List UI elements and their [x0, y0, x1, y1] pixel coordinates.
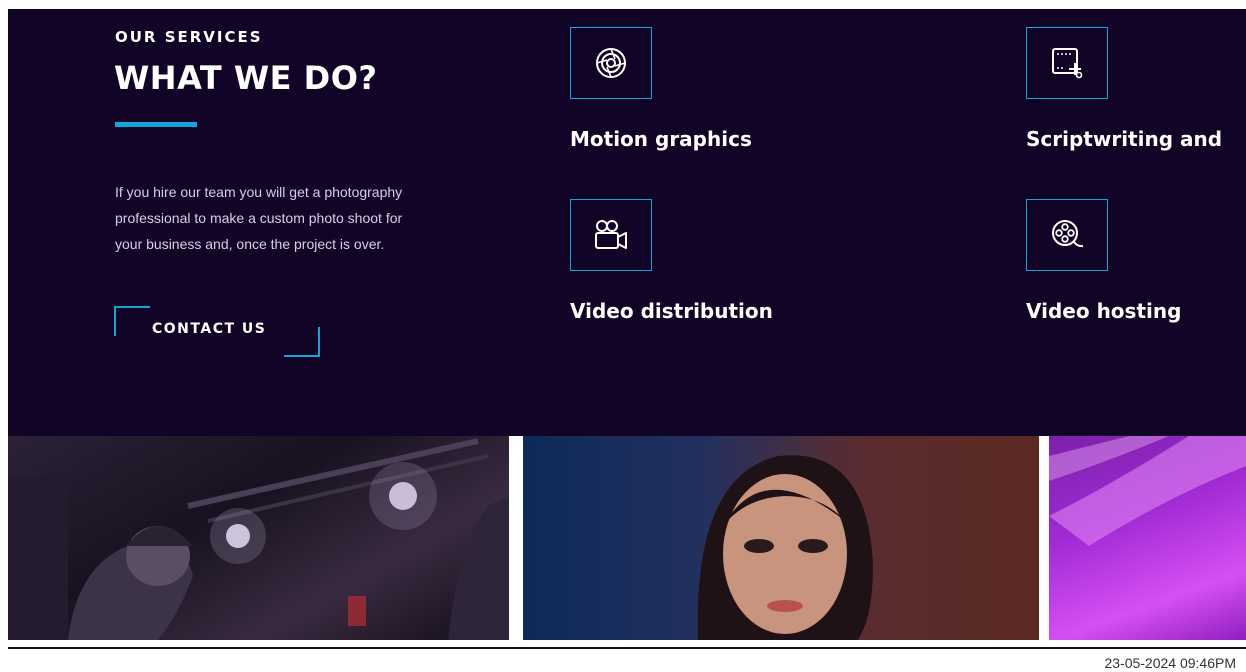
service-title: Motion graphics — [570, 127, 752, 151]
service-title: Video hosting — [1026, 299, 1182, 323]
service-title: Scriptwriting and — [1026, 127, 1223, 151]
service-icon-box — [570, 199, 652, 271]
contact-us-label: CONTACT US — [152, 321, 267, 337]
intro-line: professional to make a custom photo shoo… — [115, 210, 403, 226]
purple-light-photo — [1049, 436, 1246, 640]
intro-line: If you hire our team you will get a phot… — [115, 184, 403, 200]
service-icon-box — [1026, 199, 1108, 271]
purple-light-illustration — [1049, 436, 1246, 546]
storyboard-icon — [1052, 48, 1083, 79]
button-corner-top-left — [114, 306, 150, 336]
service-title: Video distribution — [570, 299, 773, 323]
page-divider — [8, 647, 1246, 649]
film-crew-illustration — [8, 438, 509, 640]
video-camera-icon — [595, 220, 627, 249]
section-eyebrow: OUR SERVICES — [115, 28, 263, 46]
aperture-icon — [596, 48, 626, 78]
service-icon-box — [1026, 27, 1108, 99]
button-corner-bottom-right — [284, 327, 320, 357]
capture-timestamp: 23-05-2024 09:46PM — [1104, 655, 1236, 671]
portrait-photo — [523, 436, 1039, 640]
section-intro: If you hire our team you will get a phot… — [115, 179, 535, 257]
heading-accent-bar — [115, 122, 197, 127]
film-reel-icon — [1052, 220, 1084, 248]
intro-line: your business and, once the project is o… — [115, 236, 385, 252]
contact-us-button[interactable]: CONTACT US — [114, 306, 320, 357]
film-crew-photo — [8, 436, 509, 640]
portrait-illustration — [697, 455, 873, 640]
service-icon-box — [570, 27, 652, 99]
section-heading: WHAT WE DO? — [114, 59, 378, 97]
services-section: OUR SERVICES WHAT WE DO? If you hire our… — [8, 9, 1246, 436]
